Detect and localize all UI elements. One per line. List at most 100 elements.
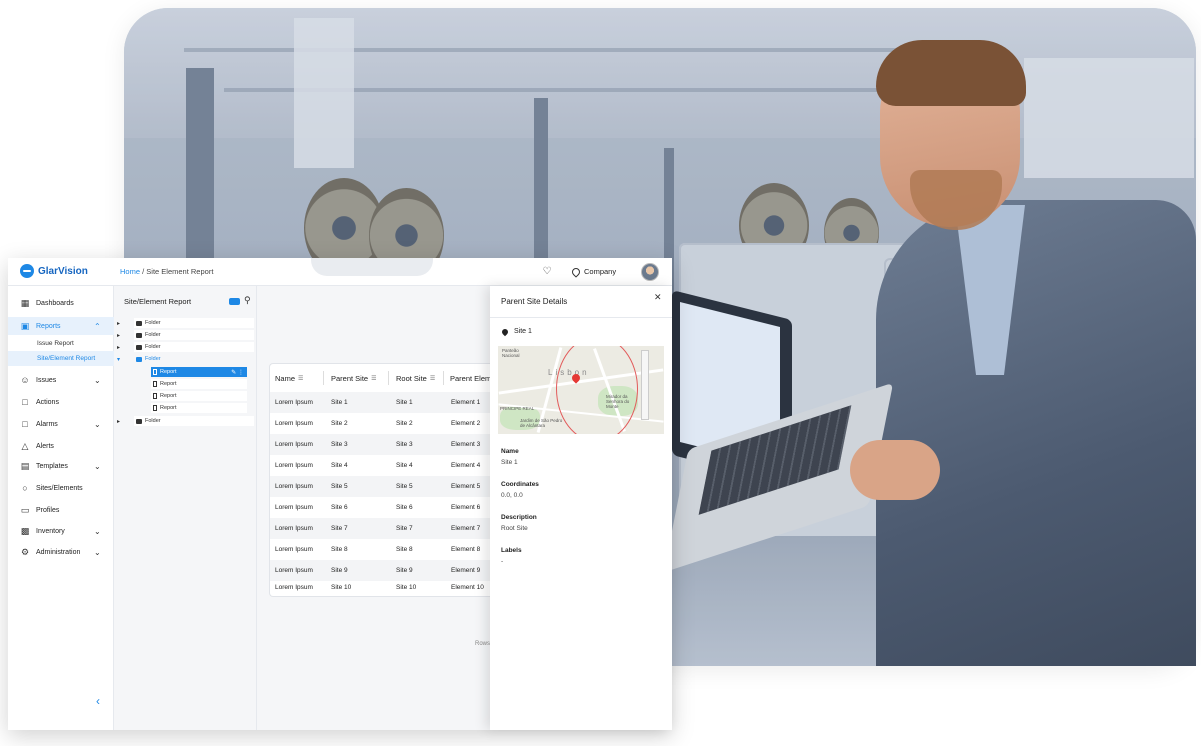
- close-icon[interactable]: ✕: [654, 292, 662, 303]
- table-row[interactable]: Lorem Ipsum Site 4 Site 4 Element 4: [270, 455, 498, 476]
- sidebar-item-dashboards[interactable]: ▦ Dashboards: [8, 294, 114, 312]
- site-heading: Site 1: [500, 327, 532, 336]
- company-selector[interactable]: Company: [570, 265, 617, 278]
- sidebar-item-label: Issues: [36, 376, 57, 384]
- table-cell: Site 8: [331, 546, 348, 553]
- company-label: Company: [584, 267, 617, 276]
- tree-report-selected[interactable]: Report ✎ ⋮: [151, 367, 247, 377]
- tree-folder[interactable]: ▸ Folder: [117, 342, 254, 352]
- search-icon[interactable]: ⚲: [244, 295, 251, 306]
- sidebar-item-inventory[interactable]: ▩ Inventory ⌄: [8, 522, 114, 540]
- gear-icon: ⚙: [20, 547, 30, 557]
- chevron-down-icon: ⌄: [94, 419, 101, 429]
- filter-icon[interactable]: ☰: [430, 375, 435, 382]
- table-row[interactable]: Lorem Ipsum Site 5 Site 5 Element 5: [270, 476, 498, 497]
- tree-node-label: Folder: [145, 344, 161, 350]
- table-cell: Site 7: [331, 525, 348, 532]
- sidebar-subitem-issue-report[interactable]: Issue Report: [8, 336, 114, 351]
- report-table: Name ☰ Parent Site ☰ Root Site ☰ Parent Ele…: [269, 363, 498, 597]
- sidebar-item-label: Profiles: [36, 506, 60, 514]
- user-avatar[interactable]: [641, 263, 659, 281]
- sidebar-item-label: Sites/Elements: [36, 484, 83, 492]
- folder-icon: [136, 418, 142, 424]
- person-hair: [876, 40, 1026, 106]
- table-row[interactable]: Lorem Ipsum Site 8 Site 8 Element 8: [270, 539, 498, 560]
- brand-logo[interactable]: GlarVision: [20, 264, 88, 278]
- window-notch: [311, 258, 433, 276]
- sidebar-item-reports[interactable]: ▣ Reports ⌃: [8, 317, 114, 335]
- map-place-label: PRINCIPE REAL: [500, 406, 535, 411]
- table-row[interactable]: Lorem Ipsum Site 6 Site 6 Element 6: [270, 497, 498, 518]
- report-tree-panel: Site/Element Report ⚲ ▸ Folder ▸ Folder …: [114, 286, 257, 730]
- tree-report[interactable]: Report: [151, 403, 247, 413]
- sidebar-item-profiles[interactable]: ▭ Profiles: [8, 501, 114, 519]
- document-icon: [153, 405, 157, 411]
- sidebar-item-issues[interactable]: ☺ Issues ⌄: [8, 371, 114, 389]
- sidebar-item-alarms[interactable]: □ Alarms ⌄: [8, 415, 114, 433]
- collapse-sidebar-icon[interactable]: ‹: [96, 694, 100, 708]
- sidebar-item-templates[interactable]: ▤ Templates ⌄: [8, 457, 114, 475]
- table-row[interactable]: Lorem Ipsum Site 3 Site 3 Element 3: [270, 434, 498, 455]
- table-row[interactable]: Lorem Ipsum Site 7 Site 7 Element 7: [270, 518, 498, 539]
- table-cell: Site 1: [396, 399, 413, 406]
- table-cell: Lorem Ipsum: [275, 567, 313, 574]
- sidebar-item-alerts[interactable]: △ Alerts: [8, 437, 114, 455]
- field-label-labels: Labels: [501, 547, 522, 554]
- table-cell: Site 2: [331, 420, 348, 427]
- expand-icon[interactable]: ▸: [117, 332, 120, 339]
- table-cell: Element 6: [451, 504, 481, 511]
- table-cell: Site 10: [331, 584, 352, 591]
- bell-icon[interactable]: ♡: [542, 266, 552, 277]
- tree-folder[interactable]: ▸ Folder: [117, 318, 254, 328]
- document-icon: [153, 393, 157, 399]
- tree-folder-expanded[interactable]: ▾ Folder: [117, 354, 254, 364]
- sidebar-item-sites-elements[interactable]: ○ Sites/Elements: [8, 479, 114, 497]
- column-header-label: Name: [275, 373, 296, 383]
- table-row[interactable]: Lorem Ipsum Site 1 Site 1 Element 1: [270, 392, 498, 413]
- tree-folder[interactable]: ▸ Folder: [117, 416, 254, 426]
- sidebar-item-label: Reports: [36, 322, 61, 330]
- table-row[interactable]: Lorem Ipsum Site 2 Site 2 Element 2: [270, 413, 498, 434]
- table-row[interactable]: Lorem Ipsum Site 10 Site 10 Element 10: [270, 577, 498, 596]
- tree-report[interactable]: Report: [151, 391, 247, 401]
- site-map[interactable]: Lisbon Panteão Nacional Mirador da Senho…: [498, 346, 664, 434]
- expand-icon[interactable]: ▸: [117, 344, 120, 351]
- column-header-root-site[interactable]: Root Site ☰: [396, 364, 435, 392]
- person-hand: [850, 440, 940, 500]
- sidebar-item-actions[interactable]: □ Actions: [8, 393, 114, 411]
- sidebar-item-label: Alarms: [36, 420, 58, 428]
- sidebar-subitem-site-element-report[interactable]: Site/Element Report: [8, 351, 114, 366]
- map-zoom-control[interactable]: [641, 350, 649, 420]
- tree-folder[interactable]: ▸ Folder: [117, 330, 254, 340]
- table-cell: Site 4: [331, 462, 348, 469]
- table-cell: Site 6: [331, 504, 348, 511]
- expand-icon[interactable]: ▸: [117, 418, 120, 425]
- sidebar-item-label: Templates: [36, 462, 68, 470]
- table-cell: Element 8: [451, 546, 481, 553]
- collapse-icon[interactable]: ▾: [117, 356, 120, 363]
- column-header-name[interactable]: Name ☰: [275, 364, 303, 392]
- column-header-parent-site[interactable]: Parent Site ☰: [331, 364, 377, 392]
- expand-icon[interactable]: ▸: [117, 320, 120, 327]
- table-cell: Element 4: [451, 462, 481, 469]
- table-cell: Site 9: [396, 567, 413, 574]
- sidebar-item-administration[interactable]: ⚙ Administration ⌄: [8, 543, 114, 561]
- tree-node-label: Folder: [145, 332, 161, 338]
- breadcrumb-home-link[interactable]: Home: [120, 267, 140, 276]
- add-folder-icon[interactable]: [229, 298, 240, 305]
- filter-icon[interactable]: ☰: [298, 375, 303, 382]
- table-cell: Site 9: [331, 567, 348, 574]
- map-place-label: Jardim de São Pedro de Alcântara: [520, 418, 563, 428]
- details-header: Parent Site Details ✕: [490, 286, 672, 318]
- tree-report[interactable]: Report: [151, 379, 247, 389]
- table-cell: Site 6: [396, 504, 413, 511]
- column-header-parent-element[interactable]: Parent Elem: [450, 364, 491, 392]
- sidebar: ▦ Dashboards ▣ Reports ⌃ Issue Report Si…: [8, 286, 114, 730]
- tree-node-label: Report: [160, 369, 177, 375]
- details-title: Parent Site Details: [501, 297, 568, 306]
- profile-icon: ▭: [20, 505, 30, 515]
- filter-icon[interactable]: ☰: [371, 375, 376, 382]
- table-cell: Element 7: [451, 525, 481, 532]
- tree-node-label: Folder: [145, 418, 161, 424]
- more-options-icon[interactable]: ✎ ⋮: [231, 369, 244, 376]
